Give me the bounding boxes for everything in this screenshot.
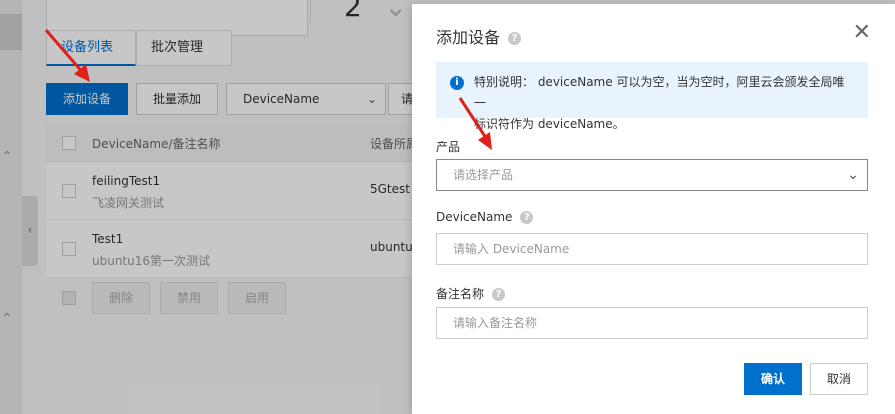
dialog-title: 添加设备? xyxy=(436,24,522,48)
dialog-title-text: 添加设备 xyxy=(436,28,501,47)
notice-text-line2: 标识符作为 deviceName。 xyxy=(474,117,625,131)
cancel-button[interactable]: 取消 xyxy=(810,363,868,395)
note-input[interactable]: 请输入备注名称 xyxy=(436,307,868,339)
devicename-input[interactable]: 请输入 DeviceName xyxy=(436,233,868,265)
help-icon[interactable]: ? xyxy=(492,288,506,301)
confirm-button[interactable]: 确认 xyxy=(744,363,802,395)
devicename-label-text: DeviceName xyxy=(436,210,513,224)
help-icon[interactable]: ? xyxy=(520,211,534,224)
info-icon: i xyxy=(450,76,464,90)
product-select[interactable]: 请选择产品 ⌄ xyxy=(436,159,868,191)
red-arrow-annotation xyxy=(44,29,90,82)
notice-text-line1: 特别说明： deviceName 可以为空，当为空时，阿里云会颁发全局唯一 xyxy=(474,75,845,110)
note-label: 备注名称? xyxy=(436,285,506,302)
chevron-down-icon: ⌄ xyxy=(847,167,859,183)
note-label-text: 备注名称 xyxy=(436,287,485,301)
devicename-label: DeviceName? xyxy=(436,210,534,224)
red-arrow-annotation xyxy=(458,97,492,150)
add-device-dialog: 添加设备? ✕ i 特别说明： deviceName 可以为空，当为空时，阿里云… xyxy=(412,4,895,414)
help-icon[interactable]: ? xyxy=(508,32,522,45)
notice-box: i 特别说明： deviceName 可以为空，当为空时，阿里云会颁发全局唯一 … xyxy=(436,62,868,131)
product-select-placeholder: 请选择产品 xyxy=(453,168,514,182)
close-icon[interactable]: ✕ xyxy=(853,22,871,44)
